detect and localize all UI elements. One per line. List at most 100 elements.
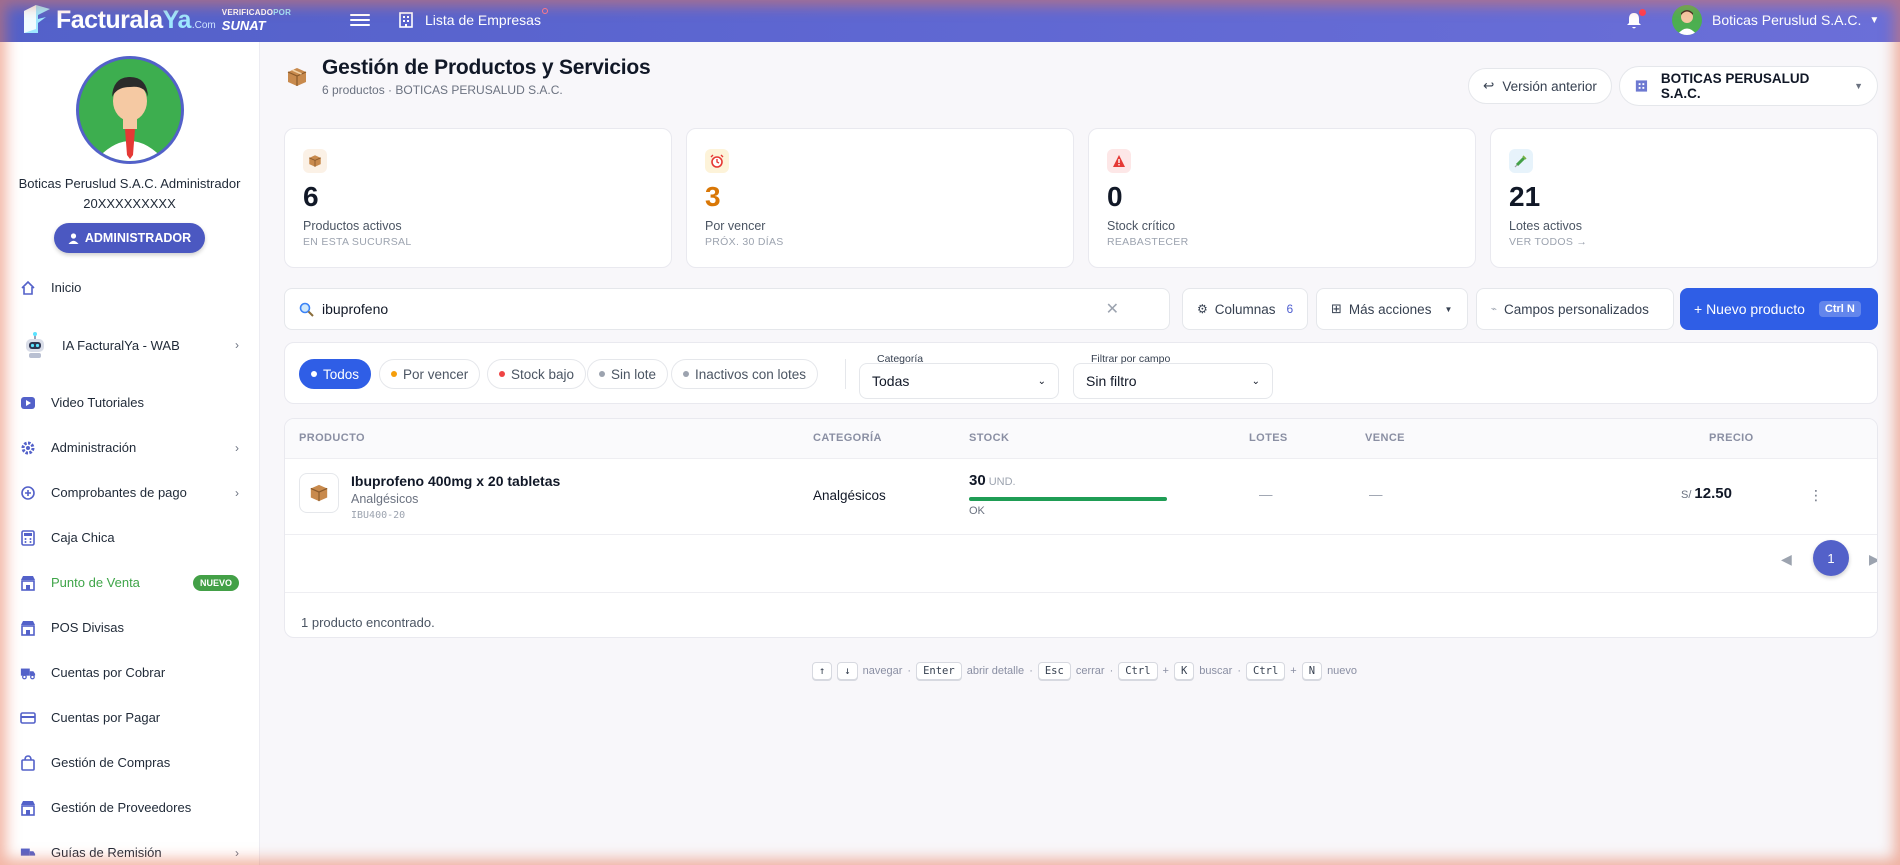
separator: ·	[1109, 665, 1114, 677]
profile-card: Boticas Peruslud S.A.C. Administrador 20…	[0, 42, 259, 253]
chip-dot	[499, 371, 505, 377]
next-page-icon[interactable]: ▶	[1869, 551, 1877, 568]
product-name[interactable]: Ibuprofeno 400mg x 20 tabletas	[351, 473, 560, 489]
filter-chip-por-vencer[interactable]: Por vencer	[379, 359, 481, 389]
kbd-esc: Esc	[1037, 662, 1071, 680]
sidebar-item-cuentas-cobrar[interactable]: Cuentas por Cobrar	[0, 650, 259, 695]
prev-page-icon[interactable]: ◀	[1781, 551, 1792, 568]
sidebar-item-comprobantes[interactable]: Comprobantes de pago ›	[0, 470, 259, 515]
kbd-down: ↓	[837, 662, 858, 680]
new-product-button[interactable]: + Nuevo producto Ctrl N	[1680, 288, 1878, 330]
filter-chip-inactivos[interactable]: Inactivos con lotes	[671, 359, 819, 389]
stat-sublabel: REABASTECER	[1107, 236, 1189, 248]
sidebar-item-punto-de-venta[interactable]: Punto de Venta NUEVO	[0, 560, 259, 605]
chip-dot	[683, 371, 689, 377]
stat-card-active-lots[interactable]: 21 Lotes activos VER TODOS →	[1490, 128, 1878, 268]
stat-sublabel[interactable]: VER TODOS →	[1509, 236, 1859, 248]
more-actions-button[interactable]: ⊞ Más acciones ▼	[1316, 288, 1468, 330]
search-input[interactable]	[322, 301, 1082, 317]
chevron-down-icon: ▼	[1444, 304, 1453, 314]
stat-label: Lotes activos	[1509, 219, 1582, 233]
chevron-right-icon: ›	[235, 338, 239, 352]
sidebar-item-gestion-compras[interactable]: Gestión de Compras	[0, 740, 259, 785]
columns-button[interactable]: ⚙ Columnas 6	[1182, 288, 1308, 330]
sidebar: Boticas Peruslud S.A.C. Administrador 20…	[0, 42, 260, 865]
chevron-down-icon: ▼	[1869, 14, 1880, 26]
product-category: Analgésicos	[813, 488, 886, 503]
sidebar-item-administracion[interactable]: Administración ›	[0, 425, 259, 470]
stat-card-expiring[interactable]: 3 Por vencer PRÓX. 30 DÍAS	[686, 128, 1074, 268]
product-thumbnail	[299, 473, 339, 513]
shortcut-desc: buscar	[1199, 665, 1233, 677]
results-count: 1 producto encontrado.	[301, 615, 435, 630]
sidebar-item-inicio[interactable]: Inicio	[0, 265, 259, 310]
robot-icon	[20, 330, 50, 360]
stock-bar	[969, 497, 1167, 501]
stat-value: 3	[705, 181, 721, 212]
page-header: Gestión de Productos y Servicios 6 produ…	[286, 56, 651, 97]
chip-dot	[391, 371, 397, 377]
col-expires[interactable]: VENCE	[1365, 432, 1405, 444]
sidebar-item-pos-divisas[interactable]: POS Divisas	[0, 605, 259, 650]
avatar	[1672, 5, 1702, 35]
previous-version-button[interactable]: ↩ Versión anterior	[1468, 68, 1612, 104]
separator: ·	[1237, 665, 1241, 677]
stat-label: Por vencer	[705, 219, 766, 233]
main-content: Gestión de Productos y Servicios 6 produ…	[260, 42, 1900, 865]
stat-card-critical-stock[interactable]: 0 Stock crítico REABASTECER	[1088, 128, 1476, 268]
bell-icon[interactable]	[1624, 9, 1646, 31]
kbd-ctrl: Ctrl	[1246, 662, 1286, 680]
sidebar-item-gestion-proveedores[interactable]: Gestión de Proveedores	[0, 785, 259, 830]
stats-row: 6 Productos activos EN ESTA SUCURSAL 3 P…	[284, 128, 1878, 268]
chevron-down-icon: ⌄	[1037, 375, 1046, 387]
col-stock[interactable]: STOCK	[969, 432, 1009, 444]
user-menu[interactable]: Boticas Peruslud S.A.C. ▼	[1672, 5, 1879, 35]
logo-com: .Com	[191, 19, 216, 31]
stat-card-active-products[interactable]: 6 Productos activos EN ESTA SUCURSAL	[284, 128, 672, 268]
company-selector[interactable]: BOTICAS PERUSALUD S.A.C. ▼	[1619, 66, 1878, 106]
page-button[interactable]: 1	[1813, 540, 1849, 576]
sidebar-item-guias-remision[interactable]: Guías de Remisión ›	[0, 830, 259, 865]
filter-chip-stock-bajo[interactable]: Stock bajo	[487, 359, 587, 389]
product-sku: IBU400-20	[351, 510, 406, 521]
role-button[interactable]: ADMINISTRADOR	[53, 223, 206, 253]
category-filter: Categoría Todas ⌄	[859, 353, 1059, 399]
shortcut-desc: abrir detalle	[966, 665, 1025, 677]
app-logo[interactable]: FacturalaYa .Com VERIFICADOPOR SUNAT	[20, 2, 291, 38]
product-category-small: Analgésicos	[351, 492, 419, 506]
col-product[interactable]: PRODUCTO	[299, 432, 365, 444]
calculator-icon	[20, 529, 36, 546]
col-lots[interactable]: LOTES	[1249, 432, 1288, 444]
col-price[interactable]: PRECIO	[1709, 432, 1754, 444]
truck-icon	[20, 845, 36, 861]
divider	[845, 359, 846, 389]
field-filter-select[interactable]: Sin filtro ⌄	[1073, 363, 1273, 399]
stock-value: 30 UND.	[969, 472, 1016, 489]
plus-sign: +	[1162, 665, 1169, 677]
col-category[interactable]: CATEGORÍA	[813, 432, 882, 444]
sidebar-item-caja-chica[interactable]: Caja Chica	[0, 515, 259, 560]
chevron-down-icon: ▼	[1854, 81, 1863, 91]
card-icon	[20, 710, 36, 726]
chip-dot	[311, 371, 317, 377]
sunat-logo: SUNAT	[221, 17, 266, 33]
clear-search-icon[interactable]: ✕	[1106, 299, 1119, 319]
category-select[interactable]: Todas ⌄	[859, 363, 1059, 399]
sidebar-item-cuentas-pagar[interactable]: Cuentas por Pagar	[0, 695, 259, 740]
store-icon	[20, 800, 36, 816]
separator: ·	[1029, 665, 1033, 677]
company-list-link[interactable]: Lista de Empresas	[397, 8, 548, 29]
menu-toggle-icon[interactable]	[350, 11, 370, 29]
chevron-right-icon: ›	[235, 485, 239, 500]
custom-fields-button[interactable]: ⌁ Campos personalizados	[1476, 288, 1674, 330]
sidebar-item-video-tutoriales[interactable]: Video Tutoriales	[0, 380, 259, 425]
filter-chip-sin-lote[interactable]: Sin lote	[587, 359, 669, 389]
filter-chip-todos[interactable]: Todos	[299, 359, 372, 389]
sunat-verification: VERIFICADOPOR SUNAT	[221, 7, 292, 33]
table-row[interactable]: Ibuprofeno 400mg x 20 tabletas Analgésic…	[285, 459, 1877, 535]
new-badge: NUEVO	[192, 574, 239, 591]
sidebar-item-ia[interactable]: IA FacturalYa - WAB ›	[0, 310, 259, 380]
field-filter: Filtrar por campo Sin filtro ⌄	[1073, 353, 1273, 399]
logo-text: FacturalaYa	[56, 5, 191, 34]
row-actions-icon[interactable]: ⋮	[1809, 487, 1823, 504]
